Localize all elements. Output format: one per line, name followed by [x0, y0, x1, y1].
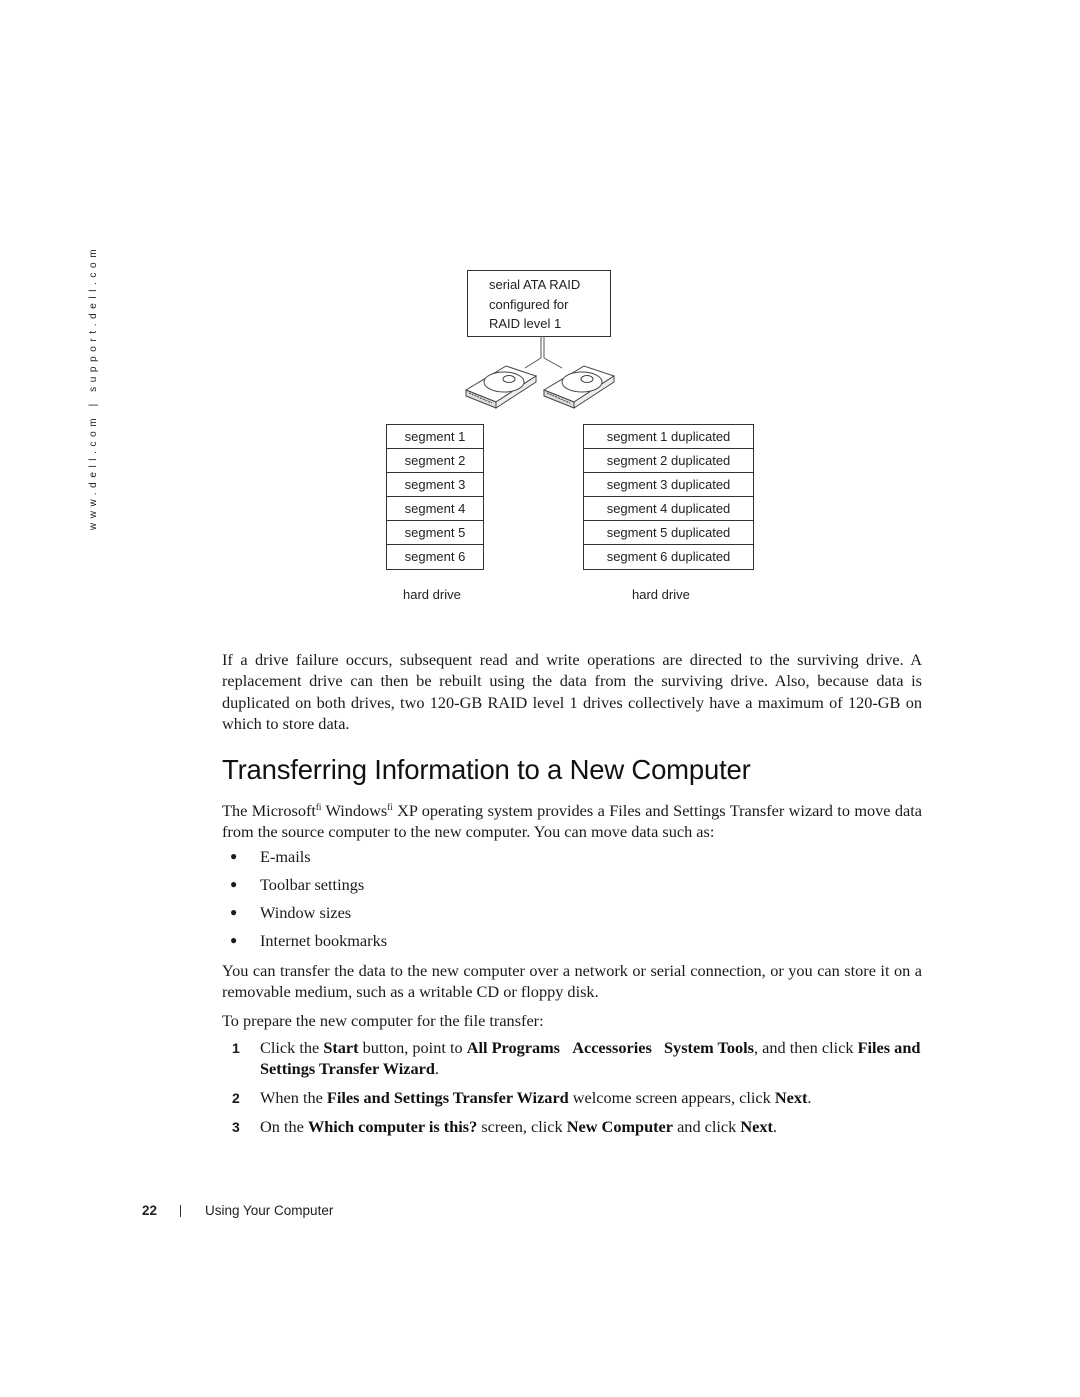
controller-label-line: RAID level 1 [489, 316, 562, 331]
connector-lines [524, 336, 563, 369]
footer-divider [180, 1204, 181, 1217]
segment-cell: segment 5 duplicated [584, 521, 753, 545]
step-text-run: button, point to [358, 1038, 467, 1057]
step-text-run [560, 1038, 572, 1057]
step-text-run [652, 1038, 664, 1057]
section-name: Using Your Computer [205, 1203, 334, 1218]
left-drive-label: hard drive [403, 587, 461, 602]
raid-controller-box: serial ATA RAID configured for RAID leve… [467, 270, 611, 337]
ui-term: System Tools [664, 1038, 755, 1057]
left-drive-segments: segment 1 segment 2 segment 3 segment 4 … [386, 424, 484, 570]
ui-term: Start [323, 1038, 359, 1057]
step-item: 2 When the Files and Settings Transfer W… [232, 1087, 922, 1109]
ui-term: Accessories [572, 1038, 652, 1057]
transfer-paragraph: You can transfer the data to the new com… [222, 961, 922, 1002]
step-text: When the Files and Settings Transfer Wiz… [260, 1087, 922, 1109]
step-number: 1 [232, 1040, 240, 1056]
step-text-run: welcome screen appears, click [568, 1087, 775, 1107]
bullet-icon: ● [230, 849, 238, 863]
procedure-steps: 1 Click the Start button, point to All P… [232, 1037, 922, 1145]
controller-label-line: serial ATA RAID [489, 277, 581, 292]
segment-cell: segment 3 [387, 473, 483, 497]
controller-label-line: configured for [489, 296, 569, 312]
segment-cell: segment 6 duplicated [606, 549, 731, 564]
list-item-text: E-mails [260, 847, 311, 866]
step-text-run: . [807, 1087, 812, 1107]
segment-cell: segment 4 [387, 497, 483, 521]
right-drive-label: hard drive [632, 587, 690, 602]
list-item: ● Toolbar settings [230, 874, 387, 902]
section-heading: Transferring Information to a New Comput… [222, 754, 751, 785]
segment-cell: segment 6 [404, 549, 466, 564]
step-item: 3 On the Which computer is this? screen,… [232, 1116, 922, 1138]
hard-drive-icon [464, 365, 538, 409]
step-text-run: screen, click [477, 1116, 567, 1136]
list-item-text: Internet bookmarks [260, 931, 388, 950]
segment-cell: segment 4 duplicated [584, 497, 753, 521]
segment-cell: segment 1 [387, 425, 483, 449]
step-text-run: When the [260, 1087, 327, 1107]
step-text-run: , and then click [754, 1038, 858, 1057]
list-item: ● Window sizes [230, 902, 387, 930]
intro-text: The Microsoft [222, 801, 316, 820]
segment-cell: segment 2 [387, 449, 483, 473]
data-types-list: ● E-mails ● Toolbar settings ● Window sizes… [230, 846, 387, 958]
segment-cell: segment 2 duplicated [584, 449, 753, 473]
step-number: 3 [232, 1118, 240, 1135]
right-drive-segments: segment 1 duplicated segment 2 duplicate… [583, 424, 754, 570]
bullet-icon: ● [230, 905, 238, 919]
ui-term: Next [740, 1116, 773, 1136]
margin-site-url: www.dell.com | support.dell.com [84, 245, 104, 530]
intro-paragraph: The Microsoftfi Windowsfi XP operating s… [222, 797, 922, 843]
step-text-run: . [434, 1059, 439, 1079]
list-item-text: Window sizes [260, 903, 352, 922]
prepare-paragraph: To prepare the new computer for the file… [222, 1011, 544, 1030]
ui-term: New Computer [566, 1116, 674, 1136]
step-text-run: On the [260, 1116, 308, 1136]
bullet-icon: ● [230, 933, 238, 947]
hard-drive-icon [542, 365, 616, 409]
failure-paragraph: If a drive failure occurs, subsequent re… [222, 650, 922, 733]
ui-term: Files and Settings Transfer Wizard [326, 1087, 569, 1107]
list-item-text: Toolbar settings [260, 875, 365, 894]
list-item: ● E-mails [230, 846, 387, 874]
raid-connection-diagram [464, 336, 616, 409]
site-url-text: www.dell.com | support.dell.com [88, 244, 100, 531]
segment-cell: segment 5 [387, 521, 483, 545]
step-item: 1 Click the Start button, point to All P… [232, 1037, 922, 1080]
segment-cell: segment 3 duplicated [584, 473, 753, 497]
bullet-icon: ● [230, 877, 238, 891]
ui-term: Which computer is this? [307, 1116, 478, 1136]
ui-term: All Programs [466, 1038, 560, 1057]
step-text: Click the Start button, point to All Pro… [260, 1037, 922, 1080]
segment-cell: segment 1 duplicated [584, 425, 753, 449]
step-text-run: and click [673, 1116, 741, 1136]
intro-text: Windows [321, 801, 388, 820]
ui-term: Next [774, 1087, 808, 1107]
page-number: 22 [142, 1203, 158, 1218]
step-text-run: . [772, 1116, 777, 1136]
page-footer: 22 Using Your Computer [142, 1203, 333, 1218]
step-text: On the Which computer is this? screen, c… [260, 1116, 922, 1138]
list-item: ● Internet bookmarks [230, 930, 387, 958]
step-text-run: Click the [260, 1038, 324, 1057]
step-number: 2 [232, 1089, 240, 1106]
